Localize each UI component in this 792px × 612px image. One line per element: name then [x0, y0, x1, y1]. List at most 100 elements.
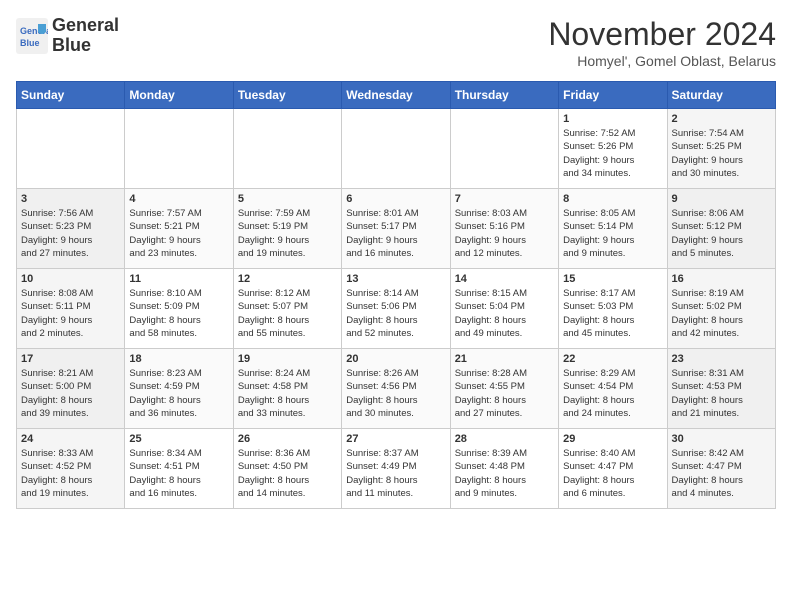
calendar-cell: 23 Sunrise: 8:31 AM Sunset: 4:53 PM Dayli… — [667, 349, 775, 429]
logo: General Blue General Blue — [16, 16, 119, 56]
calendar-cell: 12Sunrise: 8:12 AM Sunset: 5:07 PM Dayli… — [233, 269, 341, 349]
calendar-cell: 11 Sunrise: 8:10 AM Sunset: 5:09 PM Dayli… — [125, 269, 233, 349]
day-number: 20 — [346, 353, 445, 365]
calendar-cell — [450, 109, 558, 189]
day-number: 4 — [129, 193, 228, 205]
day-number: 1 — [563, 113, 662, 125]
day-info: Sunrise: 8:26 AM Sunset: 4:56 PM Dayligh… — [346, 367, 445, 420]
day-info: Sunrise: 8:36 AM Sunset: 4:50 PM Dayligh… — [238, 447, 337, 500]
day-header-saturday: Saturday — [667, 82, 775, 109]
calendar-cell: 19Sunrise: 8:24 AM Sunset: 4:58 PM Dayli… — [233, 349, 341, 429]
day-info: Sunrise: 7:57 AM Sunset: 5:21 PM Dayligh… — [129, 207, 228, 260]
calendar-cell: 20 Sunrise: 8:26 AM Sunset: 4:56 PM Dayli… — [342, 349, 450, 429]
day-number: 12 — [238, 273, 337, 285]
day-number: 16 — [672, 273, 771, 285]
day-info: Sunrise: 8:40 AM Sunset: 4:47 PM Dayligh… — [563, 447, 662, 500]
title-area: November 2024 Homyel', Gomel Oblast, Bel… — [548, 16, 776, 69]
day-info: Sunrise: 8:23 AM Sunset: 4:59 PM Dayligh… — [129, 367, 228, 420]
day-number: 15 — [563, 273, 662, 285]
day-info: Sunrise: 8:28 AM Sunset: 4:55 PM Dayligh… — [455, 367, 554, 420]
svg-text:Blue: Blue — [20, 38, 40, 48]
week-row-2: 3Sunrise: 7:56 AM Sunset: 5:23 PM Daylig… — [17, 189, 776, 269]
day-number: 7 — [455, 193, 554, 205]
location-subtitle: Homyel', Gomel Oblast, Belarus — [548, 53, 776, 69]
day-info: Sunrise: 8:37 AM Sunset: 4:49 PM Dayligh… — [346, 447, 445, 500]
calendar-cell: 4 Sunrise: 7:57 AM Sunset: 5:21 PM Daylig… — [125, 189, 233, 269]
week-row-5: 24Sunrise: 8:33 AM Sunset: 4:52 PM Dayli… — [17, 429, 776, 509]
day-info: Sunrise: 8:21 AM Sunset: 5:00 PM Dayligh… — [21, 367, 120, 420]
day-info: Sunrise: 8:34 AM Sunset: 4:51 PM Dayligh… — [129, 447, 228, 500]
calendar-cell: 13Sunrise: 8:14 AM Sunset: 5:06 PM Dayli… — [342, 269, 450, 349]
day-number: 23 — [672, 353, 771, 365]
day-info: Sunrise: 8:14 AM Sunset: 5:06 PM Dayligh… — [346, 287, 445, 340]
calendar-cell: 5 Sunrise: 7:59 AM Sunset: 5:19 PM Daylig… — [233, 189, 341, 269]
day-info: Sunrise: 7:56 AM Sunset: 5:23 PM Dayligh… — [21, 207, 120, 260]
calendar-cell — [125, 109, 233, 189]
week-row-1: 1Sunrise: 7:52 AM Sunset: 5:26 PM Daylig… — [17, 109, 776, 189]
day-header-thursday: Thursday — [450, 82, 558, 109]
week-row-3: 10 Sunrise: 8:08 AM Sunset: 5:11 PM Dayli… — [17, 269, 776, 349]
day-number: 11 — [129, 273, 228, 285]
calendar-cell: 16 Sunrise: 8:19 AM Sunset: 5:02 PM Dayli… — [667, 269, 775, 349]
day-info: Sunrise: 7:54 AM Sunset: 5:25 PM Dayligh… — [672, 127, 771, 180]
day-info: Sunrise: 8:31 AM Sunset: 4:53 PM Dayligh… — [672, 367, 771, 420]
day-number: 28 — [455, 433, 554, 445]
day-info: Sunrise: 8:42 AM Sunset: 4:47 PM Dayligh… — [672, 447, 771, 500]
calendar-cell: 10 Sunrise: 8:08 AM Sunset: 5:11 PM Dayli… — [17, 269, 125, 349]
day-header-sunday: Sunday — [17, 82, 125, 109]
day-info: Sunrise: 8:03 AM Sunset: 5:16 PM Dayligh… — [455, 207, 554, 260]
calendar-table: SundayMondayTuesdayWednesdayThursdayFrid… — [16, 81, 776, 509]
calendar-cell: 26 Sunrise: 8:36 AM Sunset: 4:50 PM Dayli… — [233, 429, 341, 509]
month-title: November 2024 — [548, 16, 776, 53]
day-number: 8 — [563, 193, 662, 205]
day-info: Sunrise: 8:19 AM Sunset: 5:02 PM Dayligh… — [672, 287, 771, 340]
day-info: Sunrise: 8:17 AM Sunset: 5:03 PM Dayligh… — [563, 287, 662, 340]
header: General Blue General Blue November 2024 … — [16, 16, 776, 69]
calendar-cell: 8 Sunrise: 8:05 AM Sunset: 5:14 PM Daylig… — [559, 189, 667, 269]
day-info: Sunrise: 7:59 AM Sunset: 5:19 PM Dayligh… — [238, 207, 337, 260]
day-number: 29 — [563, 433, 662, 445]
logo-text: General Blue — [52, 16, 119, 56]
calendar-cell: 30 Sunrise: 8:42 AM Sunset: 4:47 PM Dayli… — [667, 429, 775, 509]
calendar-cell: 1Sunrise: 7:52 AM Sunset: 5:26 PM Daylig… — [559, 109, 667, 189]
calendar-cell: 14Sunrise: 8:15 AM Sunset: 5:04 PM Dayli… — [450, 269, 558, 349]
calendar-cell: 17Sunrise: 8:21 AM Sunset: 5:00 PM Dayli… — [17, 349, 125, 429]
calendar-cell: 24Sunrise: 8:33 AM Sunset: 4:52 PM Dayli… — [17, 429, 125, 509]
calendar-cell — [17, 109, 125, 189]
calendar-cell: 22 Sunrise: 8:29 AM Sunset: 4:54 PM Dayli… — [559, 349, 667, 429]
calendar-cell: 7 Sunrise: 8:03 AM Sunset: 5:16 PM Daylig… — [450, 189, 558, 269]
day-number: 25 — [129, 433, 228, 445]
day-info: Sunrise: 8:05 AM Sunset: 5:14 PM Dayligh… — [563, 207, 662, 260]
day-info: Sunrise: 8:33 AM Sunset: 4:52 PM Dayligh… — [21, 447, 120, 500]
calendar-cell: 9Sunrise: 8:06 AM Sunset: 5:12 PM Daylig… — [667, 189, 775, 269]
day-number: 27 — [346, 433, 445, 445]
day-header-monday: Monday — [125, 82, 233, 109]
day-number: 30 — [672, 433, 771, 445]
calendar-cell: 6 Sunrise: 8:01 AM Sunset: 5:17 PM Daylig… — [342, 189, 450, 269]
calendar-cell: 21 Sunrise: 8:28 AM Sunset: 4:55 PM Dayli… — [450, 349, 558, 429]
day-header-friday: Friday — [559, 82, 667, 109]
calendar-cell: 28Sunrise: 8:39 AM Sunset: 4:48 PM Dayli… — [450, 429, 558, 509]
day-number: 6 — [346, 193, 445, 205]
calendar-cell: 29 Sunrise: 8:40 AM Sunset: 4:47 PM Dayli… — [559, 429, 667, 509]
calendar-cell: 2Sunrise: 7:54 AM Sunset: 5:25 PM Daylig… — [667, 109, 775, 189]
calendar-cell — [342, 109, 450, 189]
calendar-cell: 27 Sunrise: 8:37 AM Sunset: 4:49 PM Dayli… — [342, 429, 450, 509]
day-number: 10 — [21, 273, 120, 285]
logo-icon: General Blue — [16, 18, 48, 54]
calendar-header-row: SundayMondayTuesdayWednesdayThursdayFrid… — [17, 82, 776, 109]
calendar-cell: 18Sunrise: 8:23 AM Sunset: 4:59 PM Dayli… — [125, 349, 233, 429]
day-number: 21 — [455, 353, 554, 365]
day-info: Sunrise: 8:08 AM Sunset: 5:11 PM Dayligh… — [21, 287, 120, 340]
day-header-wednesday: Wednesday — [342, 82, 450, 109]
day-info: Sunrise: 8:29 AM Sunset: 4:54 PM Dayligh… — [563, 367, 662, 420]
day-info: Sunrise: 8:10 AM Sunset: 5:09 PM Dayligh… — [129, 287, 228, 340]
day-number: 5 — [238, 193, 337, 205]
logo-line1: General — [52, 16, 119, 36]
day-number: 26 — [238, 433, 337, 445]
day-info: Sunrise: 8:06 AM Sunset: 5:12 PM Dayligh… — [672, 207, 771, 260]
day-info: Sunrise: 8:01 AM Sunset: 5:17 PM Dayligh… — [346, 207, 445, 260]
day-info: Sunrise: 8:24 AM Sunset: 4:58 PM Dayligh… — [238, 367, 337, 420]
week-row-4: 17Sunrise: 8:21 AM Sunset: 5:00 PM Dayli… — [17, 349, 776, 429]
day-number: 22 — [563, 353, 662, 365]
